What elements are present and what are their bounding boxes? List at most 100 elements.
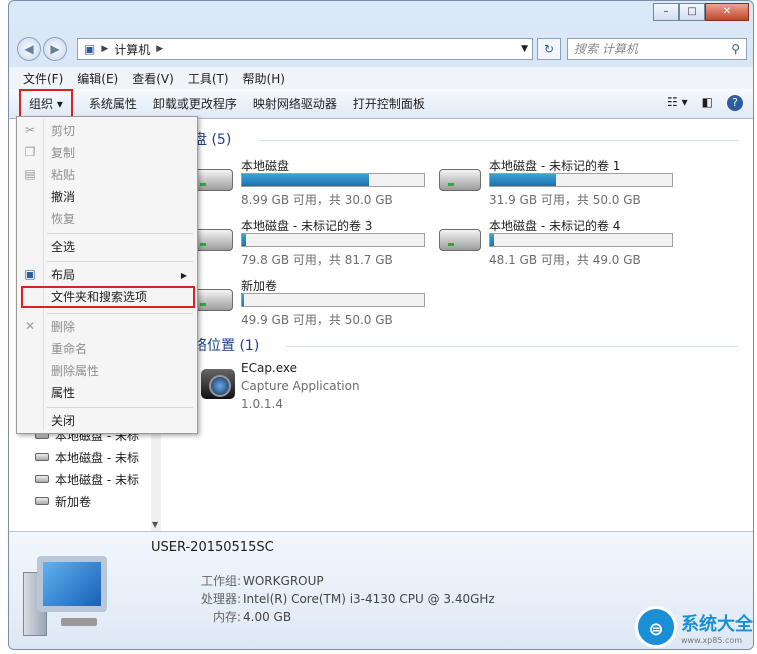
divider [259, 140, 739, 141]
open-control-panel-button[interactable]: 打开控制面板 [353, 95, 425, 112]
drive-item[interactable]: 本地磁盘 8.99 GB 可用，共 30.0 GB [191, 157, 431, 209]
back-button[interactable]: ◀ [17, 37, 41, 61]
workgroup-label: 工作组: [200, 574, 241, 588]
watermark-title: 系统大全 [681, 613, 753, 635]
monitor-stand [61, 618, 97, 626]
drive-space: 79.8 GB 可用，共 81.7 GB [241, 253, 393, 267]
nav-item[interactable]: 本地磁盘 - 未标 [35, 447, 139, 467]
app-description: Capture Application [241, 379, 360, 393]
menu-help[interactable]: 帮助(H) [243, 70, 285, 87]
usage-bar [241, 233, 425, 247]
menu-item-delete[interactable]: 删除 [51, 317, 75, 337]
menu-item-properties[interactable]: 属性 [51, 383, 75, 403]
map-network-drive-button[interactable]: 映射网络驱动器 [253, 95, 337, 112]
watermark-url: www.xp85.com [681, 635, 743, 645]
layout-icon: ▣ [24, 267, 36, 281]
usage-bar [241, 293, 425, 307]
menu-separator [47, 233, 193, 234]
drive-item[interactable]: 本地磁盘 - 未标记的卷 4 48.1 GB 可用，共 49.0 GB [439, 217, 679, 269]
menu-file[interactable]: 文件(F) [23, 70, 63, 87]
nav-item[interactable]: 新加卷 [35, 491, 91, 511]
menu-item-close[interactable]: 关闭 [51, 411, 75, 431]
close-button[interactable]: ✕ [705, 3, 749, 21]
hard-drive-icon [439, 169, 481, 191]
organize-menu: ✂ 剪切 ❐ 复制 ▤ 粘贴 撤消 恢复 全选 ▣ 布局 ▶ 文件夹和搜索选项 … [16, 116, 198, 434]
hard-drive-icon [439, 229, 481, 251]
chevron-down-icon[interactable]: ▼ [521, 44, 528, 54]
window-controls: – □ ✕ [653, 3, 749, 21]
menu-item-paste[interactable]: 粘贴 [51, 165, 75, 185]
menu-tools[interactable]: 工具(T) [188, 70, 229, 87]
computer-icon: ▣ [84, 42, 96, 56]
menu-bar: 文件(F) 编辑(E) 查看(V) 工具(T) 帮助(H) [9, 67, 753, 89]
help-icon[interactable]: ? [727, 95, 743, 111]
nav-item[interactable]: 本地磁盘 - 未标 [35, 469, 139, 489]
usage-bar-fill [242, 174, 370, 186]
view-options-icon[interactable]: ☷ ▾ [667, 95, 688, 111]
search-icon[interactable]: ⚲ [731, 39, 740, 59]
menu-item-folder-options[interactable]: 文件夹和搜索选项 [51, 287, 147, 307]
app-version: 1.0.1.4 [241, 397, 283, 411]
menu-item-copy[interactable]: 复制 [51, 143, 75, 163]
usage-bar [489, 233, 673, 247]
menu-view[interactable]: 查看(V) [132, 70, 174, 87]
drive-space: 31.9 GB 可用，共 50.0 GB [489, 193, 641, 207]
breadcrumb[interactable]: 计算机 [114, 41, 150, 58]
ram-row: 内存: 4.00 GB [197, 608, 291, 625]
address-bar[interactable]: ▣ ▶ 计算机 ▶ ▼ [77, 38, 533, 60]
maximize-button[interactable]: □ [679, 3, 705, 21]
drive-name: 本地磁盘 [241, 159, 290, 173]
drive-space: 8.99 GB 可用，共 30.0 GB [241, 193, 393, 207]
menu-item-rename[interactable]: 重命名 [51, 339, 87, 359]
workgroup-value: WORKGROUP [243, 574, 324, 588]
cpu-value: Intel(R) Core(TM) i3-4130 CPU @ 3.40GHz [243, 592, 495, 606]
minimize-button[interactable]: – [653, 3, 679, 21]
divider [285, 346, 739, 347]
monitor-icon [37, 556, 107, 612]
system-properties-button[interactable]: 系统属性 [89, 95, 137, 112]
app-name: ECap.exe [241, 361, 298, 375]
drive-icon [35, 497, 49, 505]
drive-item[interactable]: 本地磁盘 - 未标记的卷 1 31.9 GB 可用，共 50.0 GB [439, 157, 679, 209]
usage-bar [489, 173, 673, 187]
address-row: ◀ ▶ ▣ ▶ 计算机 ▶ ▼ ↻ 搜索 计算机 ⚲ [13, 37, 749, 61]
command-bar: 组织 ▾ 系统属性 卸载或更改程序 映射网络驱动器 打开控制面板 ☷ ▾ ◧ ? [9, 89, 753, 119]
scroll-down-icon[interactable]: ▼ [152, 520, 158, 529]
menu-gutter [43, 119, 44, 431]
menu-item-undo[interactable]: 撤消 [51, 187, 75, 207]
forward-button[interactable]: ▶ [43, 37, 67, 61]
drive-item[interactable]: 本地磁盘 - 未标记的卷 3 79.8 GB 可用，共 81.7 GB [191, 217, 431, 269]
search-placeholder: 搜索 计算机 [574, 42, 638, 56]
chevron-right-icon: ▶ [180, 271, 187, 280]
search-input[interactable]: 搜索 计算机 ⚲ [567, 38, 747, 60]
drive-name: 本地磁盘 - 未标记的卷 3 [241, 219, 373, 233]
drive-name: 本地磁盘 - 未标记的卷 1 [489, 159, 621, 173]
nav-item-label: 本地磁盘 - 未标 [55, 472, 139, 487]
drive-icon [35, 453, 49, 461]
menu-separator [47, 407, 193, 408]
copy-icon: ❐ [24, 145, 36, 159]
drive-item[interactable]: 新加卷 49.9 GB 可用，共 50.0 GB [191, 277, 431, 329]
usage-bar-fill [242, 294, 244, 306]
uninstall-program-button[interactable]: 卸载或更改程序 [153, 95, 237, 112]
chevron-right-icon: ▶ [101, 44, 109, 54]
menu-item-remove-properties[interactable]: 删除属性 [51, 361, 99, 381]
delete-icon: ✕ [24, 319, 36, 333]
usage-bar-fill [490, 234, 494, 246]
menu-item-select-all[interactable]: 全选 [51, 237, 75, 257]
menu-item-cut[interactable]: 剪切 [51, 121, 75, 141]
watermark: ⊜ 系统大全 www.xp85.com [635, 606, 753, 648]
menu-edit[interactable]: 编辑(E) [77, 70, 118, 87]
camera-icon [201, 369, 235, 399]
drive-name: 新加卷 [241, 279, 278, 293]
organize-button[interactable]: 组织 ▾ [19, 89, 73, 118]
paste-icon: ▤ [24, 167, 36, 181]
menu-item-redo[interactable]: 恢复 [51, 209, 75, 229]
refresh-button[interactable]: ↻ [537, 38, 561, 60]
chevron-right-icon[interactable]: ▶ [156, 44, 163, 54]
preview-pane-icon[interactable]: ◧ [702, 95, 713, 111]
menu-item-layout[interactable]: 布局 [51, 265, 75, 285]
menu-separator [47, 313, 193, 314]
ram-value: 4.00 GB [243, 610, 292, 624]
usage-bar-fill [490, 174, 556, 186]
